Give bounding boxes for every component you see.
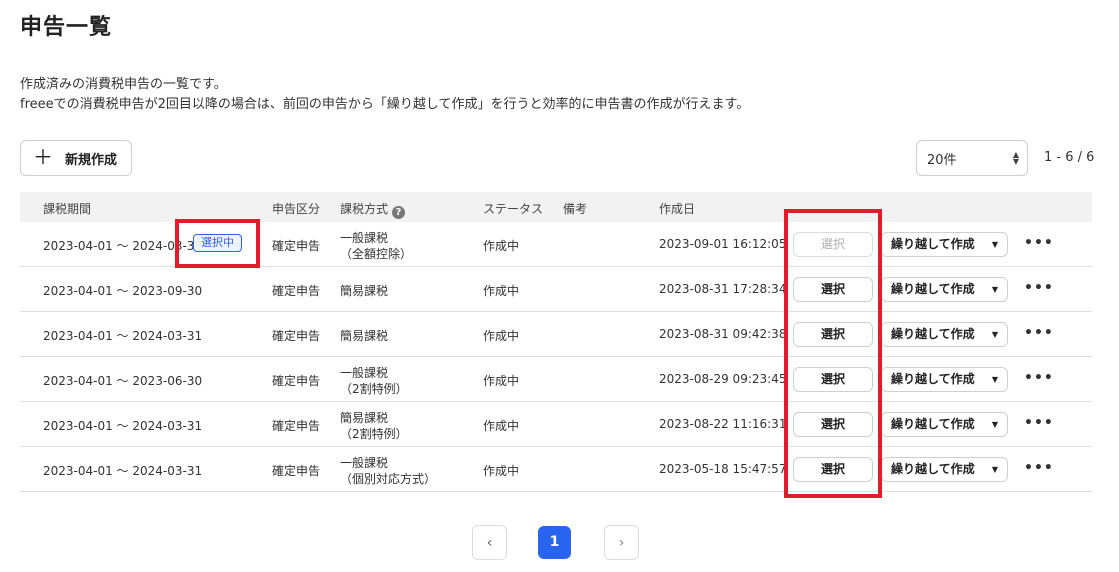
more-icon[interactable]: •••	[1024, 460, 1054, 476]
per-page-select[interactable]: 20件 ▲ ▼	[916, 140, 1028, 176]
row-created: 2023-08-29 09:23:45	[659, 372, 787, 386]
highlight-box-badge	[175, 219, 260, 268]
caret-down-icon: ▼	[991, 240, 998, 249]
table-row: 2023-04-01 ～ 2024-03-31 確定申告 一般課税 （個別対応方式…	[20, 447, 1092, 492]
table-row: 2023-04-01 ～ 2023-06-30 確定申告 一般課税 （2割特例） …	[20, 357, 1092, 402]
caret-down-icon: ▼	[991, 285, 998, 294]
row-method: 簡易課税 （2割特例）	[340, 410, 408, 442]
row-kind: 確定申告	[272, 419, 321, 433]
row-method-sub: （全額控除）	[340, 247, 413, 261]
row-period: 2023-04-01 ～ 2023-06-30	[43, 374, 203, 388]
table-row: 2023-04-01 ～ 2023-09-30 確定申告 簡易課税 作成中 20…	[20, 267, 1092, 312]
page-title: 申告一覧	[20, 15, 113, 40]
new-create-button[interactable]: ＋ 新規作成	[20, 140, 132, 176]
row-created: 2023-05-18 15:47:57	[659, 462, 787, 476]
carry-over-button[interactable]: 繰り越して作成 ▼	[881, 367, 1008, 392]
row-status: 作成中	[483, 239, 520, 253]
caret-down-icon: ▼	[991, 465, 998, 474]
carry-over-button[interactable]: 繰り越して作成 ▼	[881, 412, 1008, 437]
prev-page-button[interactable]: ‹	[472, 525, 507, 560]
more-icon[interactable]: •••	[1024, 415, 1054, 431]
row-method-sub: （個別対応方式）	[340, 472, 437, 486]
row-method-sub: （2割特例）	[340, 382, 408, 396]
per-page-value: 20件	[927, 152, 957, 168]
carry-over-label: 繰り越して作成	[891, 327, 975, 341]
carry-over-button[interactable]: 繰り越して作成 ▼	[881, 457, 1008, 482]
header-status: ステータス	[483, 202, 544, 216]
row-status: 作成中	[483, 374, 520, 388]
plus-icon: ＋	[33, 145, 53, 169]
header-method: 課税方式?	[340, 200, 406, 219]
carry-over-button[interactable]: 繰り越して作成 ▼	[881, 232, 1008, 257]
row-method-sub: （2割特例）	[340, 427, 408, 441]
row-method: 簡易課税	[340, 329, 389, 343]
carry-over-button[interactable]: 繰り越して作成 ▼	[881, 277, 1008, 302]
row-method-main: 簡易課税	[340, 411, 389, 425]
row-status: 作成中	[483, 464, 520, 478]
table-row: 2023-04-01 ～ 2024-03-31 確定申告 簡易課税 （2割特例） …	[20, 402, 1092, 447]
row-kind: 確定申告	[272, 464, 321, 478]
page-description: 作成済みの消費税申告の一覧です。 freeeでの消費税申告が2回目以降の場合は、…	[20, 75, 749, 115]
row-kind: 確定申告	[272, 239, 321, 253]
row-period: 2023-04-01 ～ 2024-03-31	[43, 329, 203, 343]
caret-down-icon: ▼	[991, 375, 998, 384]
description-line-2: freeeでの消費税申告が2回目以降の場合は、前回の申告から「繰り越して作成」を…	[20, 97, 750, 112]
row-method: 一般課税 （全額控除）	[340, 230, 412, 262]
header-period: 課税期間	[43, 202, 92, 216]
caret-down-icon: ▼	[991, 420, 998, 429]
row-created: 2023-08-22 11:16:31	[659, 417, 787, 431]
carry-over-label: 繰り越して作成	[891, 237, 975, 251]
row-status: 作成中	[483, 419, 520, 433]
row-kind: 確定申告	[272, 284, 321, 298]
header-created: 作成日	[659, 202, 696, 216]
row-kind: 確定申告	[272, 329, 321, 343]
table-row: 2023-04-01 ～ 2024-03-31 確定申告 簡易課税 作成中 20…	[20, 312, 1092, 357]
highlight-box-select-column	[784, 209, 882, 498]
more-icon[interactable]: •••	[1024, 280, 1054, 296]
carry-over-label: 繰り越して作成	[891, 372, 975, 386]
header-kind: 申告区分	[272, 202, 321, 216]
row-period: 2023-04-01 ～ 2023-09-30	[43, 284, 203, 298]
new-create-label: 新規作成	[65, 152, 118, 168]
row-method-main: 一般課税	[340, 456, 389, 470]
row-method-main: 一般課税	[340, 366, 389, 380]
row-status: 作成中	[483, 284, 520, 298]
row-period: 2023-04-01 ～ 2024-03-31	[43, 419, 203, 433]
more-icon[interactable]: •••	[1024, 370, 1054, 386]
row-created: 2023-09-01 16:12:05	[659, 237, 787, 251]
carry-over-label: 繰り越して作成	[891, 417, 975, 431]
result-range: 1 - 6 / 6	[1044, 150, 1095, 165]
next-page-button[interactable]: ›	[604, 525, 639, 560]
row-created: 2023-08-31 17:28:34	[659, 282, 787, 296]
row-method-main: 一般課税	[340, 231, 389, 245]
caret-down-icon: ▼	[991, 330, 998, 339]
page-button-current[interactable]: 1	[538, 526, 571, 559]
row-created: 2023-08-31 09:42:38	[659, 327, 787, 341]
more-icon[interactable]: •••	[1024, 235, 1054, 251]
help-icon[interactable]: ?	[392, 206, 406, 219]
description-line-1: 作成済みの消費税申告の一覧です。	[20, 77, 227, 92]
row-method: 簡易課税	[340, 284, 389, 298]
select-updown-icon: ▲ ▼	[1012, 150, 1019, 166]
header-note: 備考	[563, 202, 588, 216]
table-header: 課税期間 申告区分 課税方式? ステータス 備考 作成日	[20, 192, 1092, 222]
row-status: 作成中	[483, 329, 520, 343]
row-kind: 確定申告	[272, 374, 321, 388]
row-period: 2023-04-01 ～ 2024-03-31	[43, 464, 203, 478]
row-method: 一般課税 （個別対応方式）	[340, 455, 436, 487]
carry-over-button[interactable]: 繰り越して作成 ▼	[881, 322, 1008, 347]
carry-over-label: 繰り越して作成	[891, 462, 975, 476]
carry-over-label: 繰り越して作成	[891, 282, 975, 296]
row-method: 一般課税 （2割特例）	[340, 365, 408, 397]
more-icon[interactable]: •••	[1024, 325, 1054, 341]
header-method-label: 課税方式	[340, 202, 389, 216]
